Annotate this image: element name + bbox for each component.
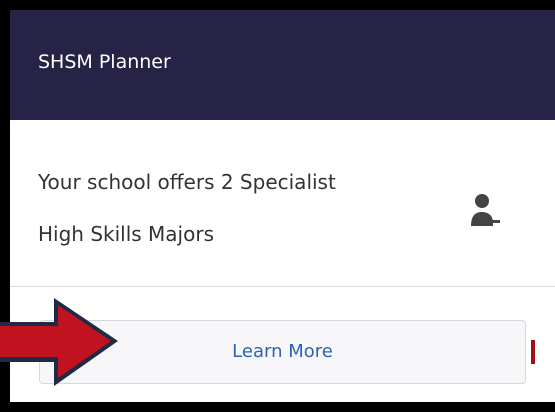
card-title: SHSM Planner xyxy=(38,51,171,73)
card-header: SHSM Planner xyxy=(10,10,555,120)
school-offer-summary: Your school offers 2 Specialist High Ski… xyxy=(38,156,448,260)
arrow-right-icon xyxy=(0,298,118,386)
content-divider xyxy=(10,286,555,287)
red-edge-marker xyxy=(531,340,535,364)
person-icon xyxy=(471,194,500,226)
summary-line-1: Your school offers 2 Specialist xyxy=(38,170,336,194)
screenshot-frame: SHSM Planner Your school offers 2 Specia… xyxy=(0,0,555,412)
summary-line-2: High Skills Majors xyxy=(38,222,214,246)
